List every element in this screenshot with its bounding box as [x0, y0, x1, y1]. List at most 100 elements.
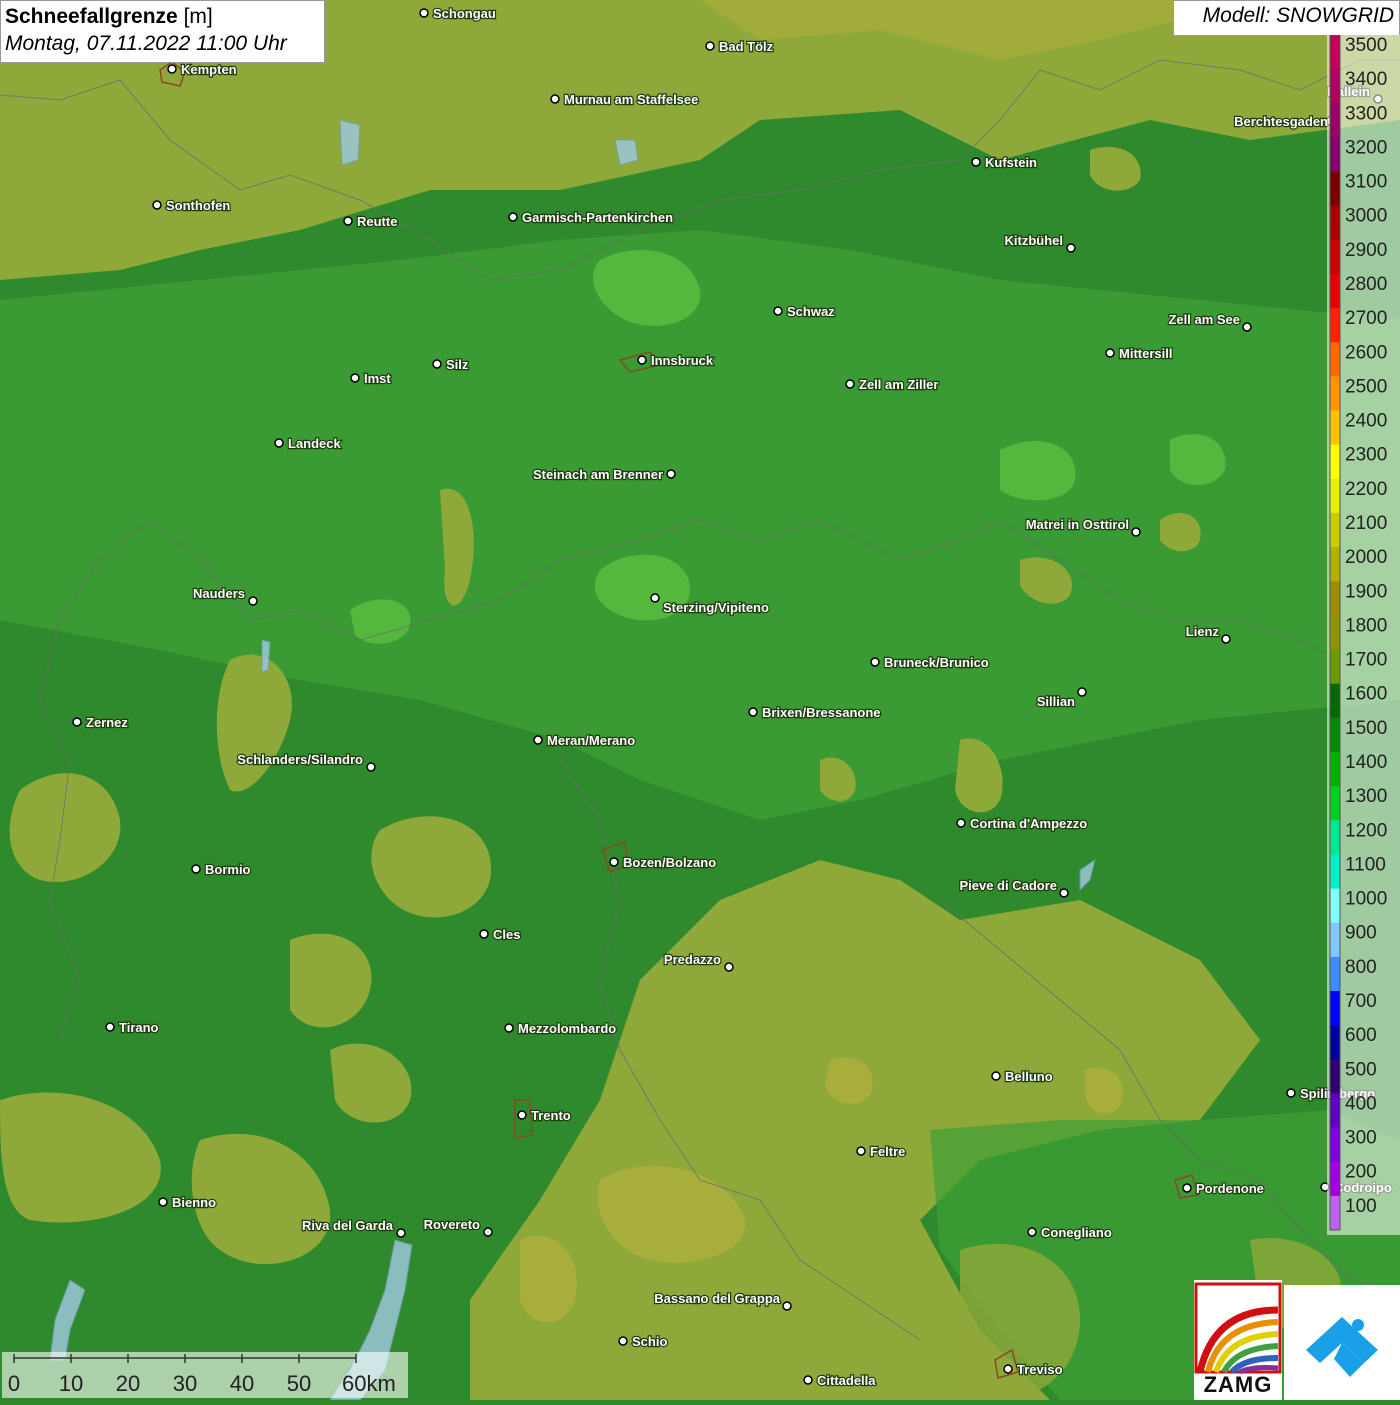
legend-value: 2400 [1345, 411, 1387, 432]
legend-value: 2100 [1345, 513, 1387, 534]
city-marker[interactable]: Murnau am Staffelsee [550, 91, 700, 108]
city-label: Mittersill [1119, 346, 1172, 361]
city-label: Cles [493, 927, 520, 942]
legend-swatch [1330, 752, 1340, 787]
scale-label: 30 [173, 1371, 197, 1396]
legend-value: 600 [1345, 1025, 1377, 1046]
city-label: Nauders [193, 586, 245, 601]
legend-value: 3100 [1345, 172, 1387, 193]
city-dot [856, 1146, 866, 1156]
legend-value: 700 [1345, 991, 1377, 1012]
legend-swatch [1330, 854, 1340, 890]
city-marker[interactable]: Zell am Ziller [845, 376, 940, 393]
city-label: Riva del Garda [302, 1218, 394, 1233]
legend-swatch [1330, 308, 1340, 343]
legend-swatch [1330, 820, 1340, 855]
scale-label: 10 [59, 1371, 83, 1396]
legend-value: 2700 [1345, 308, 1387, 329]
city-dot [991, 1071, 1001, 1081]
city-label: Matrei in Osttirol [1026, 517, 1129, 532]
city-marker[interactable]: Bozen/Bolzano [609, 854, 717, 871]
city-label: Mezzolombardo [518, 1021, 616, 1036]
legend-value: 1000 [1345, 889, 1387, 910]
city-marker[interactable]: Pordenone [1182, 1180, 1265, 1197]
scale-bar-graphic: 0 10 20 30 40 50 60km [8, 1354, 396, 1396]
legend-swatch [1330, 615, 1340, 651]
city-dot [432, 359, 442, 369]
legend-swatch [1330, 1093, 1340, 1129]
scale-label: 0 [8, 1371, 20, 1396]
city-dot [248, 596, 258, 606]
city-label: Feltre [870, 1144, 905, 1159]
legend-value: 300 [1345, 1128, 1377, 1149]
legend-value: 3200 [1345, 137, 1387, 158]
model-label: Modell: SNOWGRID [1173, 0, 1400, 36]
zamg-rainbow-icon [1194, 1282, 1282, 1375]
legend-swatch [1330, 922, 1340, 958]
city-label: Sillian [1037, 694, 1075, 709]
city-marker[interactable]: Cortina d'Ampezzo [956, 815, 1088, 832]
legend-swatch [1330, 1059, 1340, 1094]
legend-swatch [1330, 956, 1340, 992]
city-dot [1027, 1227, 1037, 1237]
legend-value: 2200 [1345, 479, 1387, 500]
legend-value: 3500 [1345, 35, 1387, 56]
city-marker[interactable]: Meran/Merano [533, 732, 636, 749]
city-dot [167, 64, 177, 74]
city-dot [956, 818, 966, 828]
legend-value: 2600 [1345, 342, 1387, 363]
legend-swatch [1330, 1195, 1340, 1231]
snowfall-limit-map[interactable]: Schongau Bad Tölz Kempten Murnau am Staffel… [0, 0, 1400, 1400]
city-label: Meran/Merano [547, 733, 635, 748]
city-dot [419, 8, 429, 18]
zamg-logo[interactable]: ZAMG [1194, 1280, 1282, 1400]
legend-value: 1900 [1345, 581, 1387, 602]
city-label: Pieve di Cadore [959, 878, 1057, 893]
legend-value: 2900 [1345, 240, 1387, 261]
geosphere-logo[interactable] [1284, 1285, 1400, 1400]
legend-value: 1700 [1345, 650, 1387, 671]
city-dot [782, 1301, 792, 1311]
legend-swatch [1330, 274, 1340, 309]
geosphere-arrow-icon [1306, 1317, 1378, 1377]
bright-patch-west [350, 599, 411, 644]
city-label: Murnau am Staffelsee [564, 92, 698, 107]
city-label: Bruneck/Brunico [884, 655, 989, 670]
city-dot [845, 379, 855, 389]
legend-swatch [1330, 171, 1340, 207]
legend-value: 3000 [1345, 206, 1387, 227]
city-label: Bad Tölz [719, 39, 774, 54]
city-dot [191, 864, 201, 874]
city-marker[interactable]: Steinach am Brenner [532, 466, 676, 483]
legend-swatch [1330, 205, 1340, 241]
city-dot [1242, 322, 1252, 332]
city-label: Reutte [357, 214, 397, 229]
city-marker[interactable]: Garmisch-Partenkirchen [508, 209, 674, 226]
legend-swatch [1330, 888, 1340, 924]
legend-swatch [1330, 547, 1340, 582]
city-dot [650, 593, 660, 603]
datetime-label: Montag, 07.11.2022 11:00 Uhr [5, 32, 287, 55]
city-marker[interactable]: Berchtesgaden [1233, 113, 1335, 130]
city-dot [396, 1228, 406, 1238]
city-dot [158, 1197, 168, 1207]
city-label: Lienz [1186, 624, 1220, 639]
city-label: Garmisch-Partenkirchen [522, 210, 673, 225]
legend-value: 400 [1345, 1093, 1377, 1114]
legend-swatch [1330, 991, 1340, 1026]
title-box: Schneefallgrenze [m] Montag, 07.11.2022 … [0, 0, 325, 63]
legend-swatch [1330, 786, 1340, 821]
city-marker[interactable]: Mezzolombardo [504, 1020, 617, 1037]
city-dot [1077, 687, 1087, 697]
legend-value: 800 [1345, 957, 1377, 978]
city-marker[interactable]: Brixen/Bressanone [748, 704, 882, 721]
city-label: Predazzo [664, 952, 721, 967]
city-marker[interactable]: Bruneck/Brunico [870, 654, 990, 671]
city-label: Tirano [119, 1020, 159, 1035]
city-marker[interactable]: Conegliano [1027, 1224, 1113, 1241]
zamg-logo-text: ZAMG [1203, 1372, 1273, 1397]
scale-label: 60km [342, 1371, 396, 1396]
legend-value: 900 [1345, 923, 1377, 944]
city-dot [533, 735, 543, 745]
lake-staffelsee [339, 119, 361, 166]
